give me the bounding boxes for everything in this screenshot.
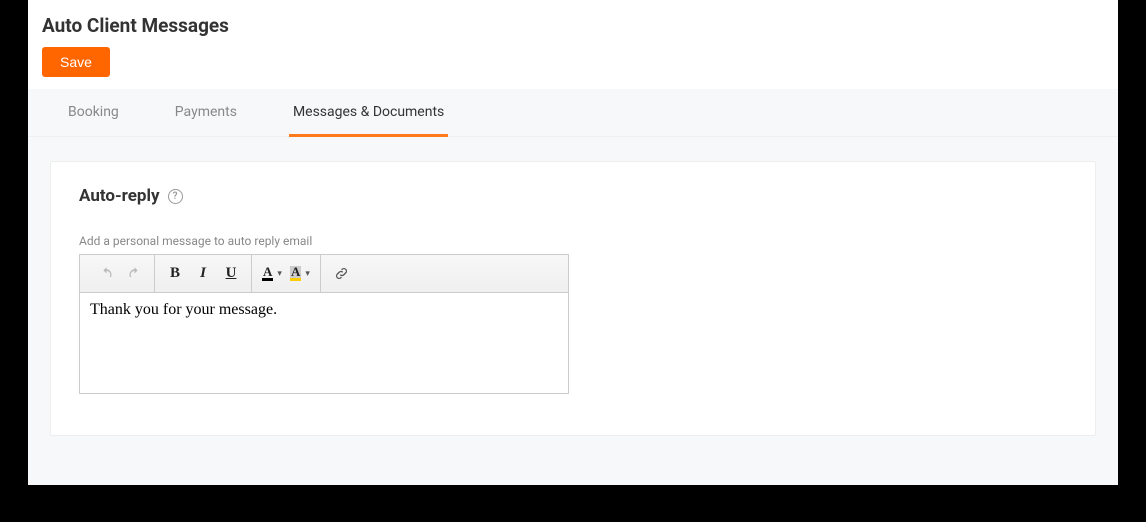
text-color-icon: A [262, 266, 273, 281]
auto-reply-panel: Auto-reply ? Add a personal message to a… [50, 161, 1096, 436]
bg-color-button[interactable]: A ▾ [286, 261, 314, 287]
undo-button[interactable] [92, 261, 120, 287]
content-area: Auto-reply ? Add a personal message to a… [28, 137, 1118, 485]
section-title: Auto-reply [79, 186, 160, 206]
toolbar-group-link [321, 255, 361, 292]
text-color-button[interactable]: A ▾ [258, 261, 286, 287]
italic-icon: I [200, 265, 206, 282]
italic-button[interactable]: I [189, 261, 217, 287]
undo-icon [99, 266, 114, 281]
bold-icon: B [170, 265, 180, 282]
rich-text-editor: B I U A ▾ A ▾ [79, 254, 569, 394]
tab-booking[interactable]: Booking [64, 90, 123, 137]
field-label: Add a personal message to auto reply ema… [79, 234, 1067, 248]
chevron-down-icon: ▾ [277, 269, 282, 279]
toolbar-group-format: B I U [155, 255, 252, 292]
redo-icon [127, 266, 142, 281]
underline-button[interactable]: U [217, 261, 245, 287]
bg-color-icon: A [290, 266, 301, 281]
redo-button[interactable] [120, 261, 148, 287]
link-icon [334, 266, 349, 281]
page-title: Auto Client Messages [42, 14, 1104, 37]
underline-icon: U [226, 265, 237, 282]
toolbar-group-color: A ▾ A ▾ [252, 255, 321, 292]
editor-textarea[interactable]: Thank you for your message. [80, 293, 568, 393]
page-container: Auto Client Messages Save Booking Paymen… [28, 0, 1118, 485]
tabs-bar: Booking Payments Messages & Documents [28, 89, 1118, 137]
help-icon[interactable]: ? [168, 189, 183, 204]
editor-toolbar: B I U A ▾ A ▾ [80, 255, 568, 293]
toolbar-group-history [86, 255, 155, 292]
link-button[interactable] [327, 261, 355, 287]
save-button[interactable]: Save [42, 47, 110, 77]
page-header: Auto Client Messages Save [28, 0, 1118, 89]
chevron-down-icon: ▾ [305, 269, 310, 279]
bold-button[interactable]: B [161, 261, 189, 287]
tab-payments[interactable]: Payments [171, 90, 241, 137]
section-title-row: Auto-reply ? [79, 186, 183, 206]
tab-messages-documents[interactable]: Messages & Documents [289, 90, 448, 137]
